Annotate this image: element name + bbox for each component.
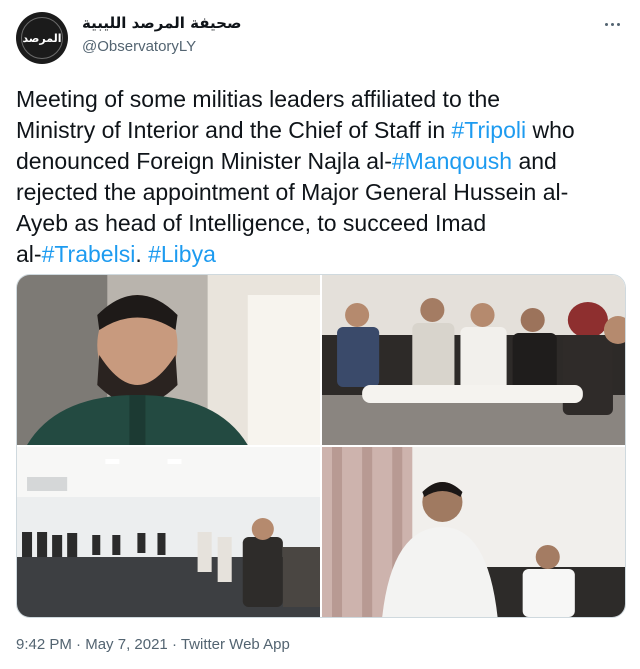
tweet-meta: 9:42 PM · May 7, 2021 · Twitter Web App — [16, 636, 290, 653]
display-name[interactable]: صحيفة المرصد الليبية — [82, 14, 241, 32]
user-handle[interactable]: @ObservatoryLY — [82, 38, 196, 55]
tweet-text-line: Ministry of Interior and the Chief of St… — [16, 115, 628, 146]
tweet-text-line: rejected the appointment of Major Genera… — [16, 177, 628, 208]
tweet-time[interactable]: 9:42 PM — [16, 636, 72, 653]
photo-1[interactable] — [17, 275, 320, 445]
photo-2[interactable] — [322, 275, 625, 445]
tweet-text-segment: who — [526, 117, 575, 143]
tweet-text-line: al-#Trabelsi. #Libya — [16, 239, 628, 270]
tweet-text-segment: al- — [16, 241, 42, 267]
tweet-text-segment: rejected the appointment of Major Genera… — [16, 179, 569, 205]
meta-separator: · — [71, 636, 86, 653]
tweet-source[interactable]: Twitter Web App — [181, 636, 290, 653]
tweet-text-line: Ayeb as head of Intelligence, to succeed… — [16, 208, 628, 239]
photo-4[interactable] — [322, 447, 625, 617]
tweet-text-segment: and — [512, 148, 557, 174]
hashtag-link[interactable]: #Tripoli — [452, 117, 527, 143]
tweet-text: Meeting of some militias leaders affilia… — [16, 84, 628, 270]
tweet-text-line: Meeting of some militias leaders affilia… — [16, 84, 628, 115]
more-options-icon[interactable] — [600, 14, 624, 34]
avatar[interactable]: المرصد — [16, 12, 68, 64]
hashtag-link[interactable]: #Trabelsi — [42, 241, 136, 267]
tweet-text-line: denounced Foreign Minister Najla al-#Man… — [16, 146, 628, 177]
tweet-date[interactable]: May 7, 2021 — [85, 636, 168, 653]
media-grid — [16, 274, 626, 618]
tweet-text-segment: Ministry of Interior and the Chief of St… — [16, 117, 452, 143]
avatar-logo-text: المرصد — [22, 31, 62, 45]
tweet: المرصد صحيفة المرصد الليبية @Observatory… — [0, 0, 640, 669]
tweet-text-segment: denounced Foreign Minister Najla al- — [16, 148, 392, 174]
tweet-text-segment: . — [135, 241, 149, 267]
meta-separator-2: · — [167, 636, 181, 653]
tweet-text-segment: Meeting of some militias leaders affilia… — [16, 86, 501, 112]
tweet-text-segment: Ayeb as head of Intelligence, to succeed… — [16, 210, 487, 236]
hashtag-link[interactable]: #Manqoush — [392, 148, 512, 174]
photo-3[interactable] — [17, 447, 320, 617]
hashtag-link[interactable]: #Libya — [148, 241, 216, 267]
